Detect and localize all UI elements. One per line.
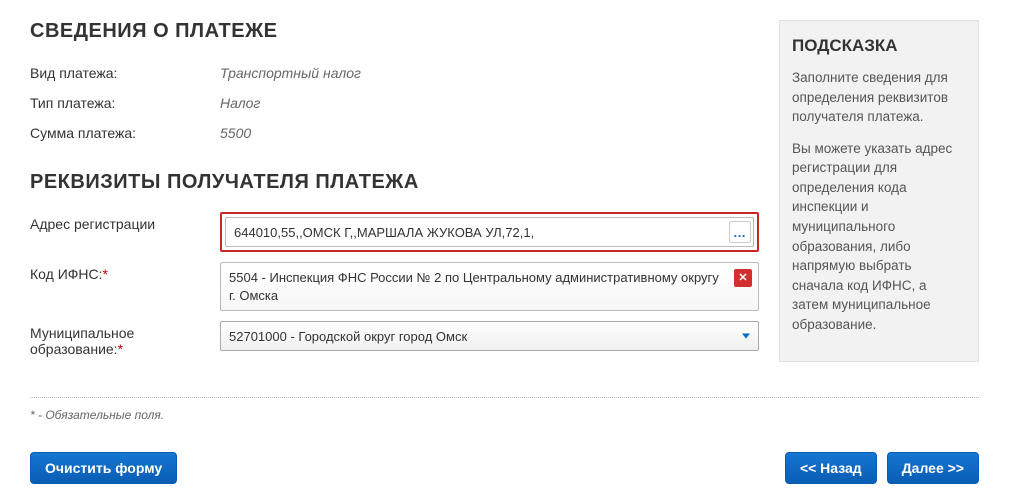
munic-value-text: 52701000 - Городской округ город Омск (229, 329, 467, 344)
value-pay-sum: 5500 (220, 121, 251, 141)
label-address: Адрес регистрации (30, 212, 220, 232)
ifns-input[interactable]: 5504 - Инспекция ФНС России № 2 по Центр… (220, 262, 759, 311)
label-pay-type: Вид платежа: (30, 61, 220, 81)
hint-text-2: Вы можете указать адрес регистрации для … (792, 139, 966, 335)
hint-text-1: Заполните сведения для определения рекви… (792, 68, 966, 127)
section-payment-title: СВЕДЕНИЯ О ПЛАТЕЖЕ (30, 20, 759, 43)
hint-panel: ПОДСКАЗКА Заполните сведения для определ… (779, 20, 979, 362)
divider (30, 397, 979, 398)
label-ifns: Код ИФНС:* (30, 262, 220, 282)
lookup-button[interactable]: … (729, 221, 751, 243)
row-ifns: Код ИФНС:* 5504 - Инспекция ФНС России №… (30, 262, 759, 311)
label-pay-kind: Тип платежа: (30, 91, 220, 111)
row-pay-type: Вид платежа: Транспортный налог (30, 61, 759, 81)
row-munic: Муниципальное образование:* 52701000 - Г… (30, 321, 759, 357)
clear-icon[interactable]: ✕ (734, 269, 752, 287)
back-button[interactable]: << Назад (785, 452, 877, 484)
label-munic: Муниципальное образование:* (30, 321, 220, 357)
value-pay-kind: Налог (220, 91, 260, 111)
munic-select[interactable]: 52701000 - Городской округ город Омск (220, 321, 759, 351)
hint-title: ПОДСКАЗКА (792, 36, 966, 56)
section-recipient-title: РЕКВИЗИТЫ ПОЛУЧАТЕЛЯ ПЛАТЕЖА (30, 171, 759, 194)
address-input[interactable] (225, 217, 754, 247)
row-pay-sum: Сумма платежа: 5500 (30, 121, 759, 141)
value-pay-type: Транспортный налог (220, 61, 361, 81)
ifns-value-text: 5504 - Инспекция ФНС России № 2 по Центр… (229, 270, 719, 303)
label-pay-sum: Сумма платежа: (30, 121, 220, 141)
required-footnote: * - Обязательные поля. (30, 408, 979, 422)
next-button[interactable]: Далее >> (887, 452, 979, 484)
chevron-down-icon (742, 334, 750, 339)
row-pay-kind: Тип платежа: Налог (30, 91, 759, 111)
clear-form-button[interactable]: Очистить форму (30, 452, 177, 484)
row-address: Адрес регистрации … (30, 212, 759, 252)
